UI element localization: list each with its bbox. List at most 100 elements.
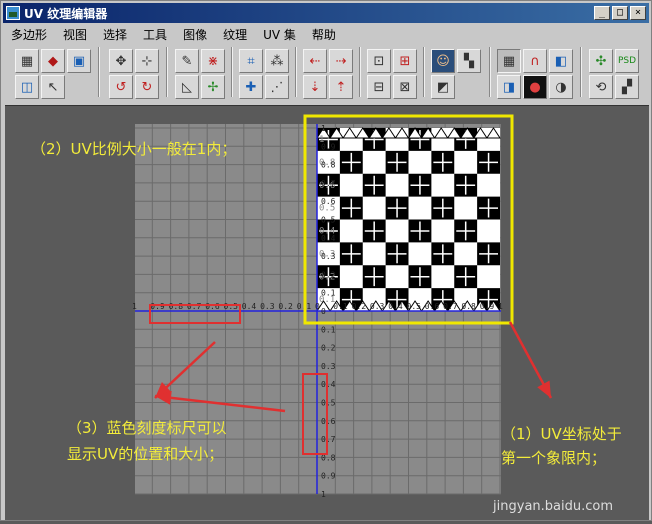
rotate-ccw-icon[interactable]: ✥ [109,49,133,73]
checker-icon[interactable]: ⋰ [265,75,289,99]
straighten-icon[interactable]: ⋇ [201,49,225,73]
toolbar-separator [166,47,168,97]
align-right-icon[interactable]: ✢ [201,75,225,99]
update-psd-icon[interactable]: ✣ [589,49,613,73]
horizontal-ruler-tick-label: 0.8 [461,302,476,311]
vertical-ruler-tick-label: 1 [321,490,326,499]
image-icon[interactable]: ⊞ [393,49,417,73]
overlap-icon[interactable]: ◨ [497,75,521,99]
menu-help[interactable]: 帮助 [304,26,344,43]
toolbar: ▦ ◆ ▣ ◫ ↖ ✥ ⊹ ↺ ↻ ✎ ⋇ ◺ ✢ ⌗ ⁂ ✚ ⋰ ⇠ ⇢ ⇣ … [5,45,649,101]
watermark: jingyan.baidu.com [493,499,613,514]
shaded-icon[interactable]: ⇣ [303,75,327,99]
vertical-ruler-tick-label: 0.8 [321,161,336,170]
horizontal-ruler-tick-label: 0.6 [425,302,440,311]
vertical-ruler-tick-label: 0.5 [321,399,336,408]
vertical-ruler-tick-label: 0.2 [321,344,336,353]
menu-uv-sets[interactable]: UV 集 [255,26,304,43]
horizontal-ruler-tick-label: 1 [498,302,503,311]
close-button[interactable]: × [630,6,646,20]
magnet-icon[interactable]: ⇢ [329,49,353,73]
horizontal-ruler-tick-label: 0.2 [352,302,367,311]
minimize-button[interactable]: _ [594,6,610,20]
menu-select[interactable]: 选择 [95,26,135,43]
contrast-icon[interactable]: ⊡ [367,49,391,73]
move-uv-icon[interactable]: ◆ [41,49,65,73]
annotation-uv-quadrant-line2: 第一个象限内； [501,449,607,467]
psd-icon[interactable]: ⊟ [367,75,391,99]
vertical-ruler-tick-label: 0.2 [321,270,336,279]
grid-toggle-icon[interactable]: ▦ [497,49,521,73]
select-uv-icon[interactable]: ▣ [67,49,91,73]
vertical-ruler-tick-label: 0.4 [321,380,336,389]
menu-image[interactable]: 图像 [175,26,215,43]
vertical-ruler-tick-label: 1 [321,124,326,133]
relax-icon[interactable]: ⌗ [239,49,263,73]
annotation-uv-scale: （2）UV比例大小一般在1内； [31,140,237,158]
layout-icon[interactable]: ✎ [175,49,199,73]
maximize-button[interactable]: □ [612,6,628,20]
horizontal-ruler-tick-label: 0.4 [388,302,403,311]
window-controls: _ □ × [594,6,646,20]
horizontal-ruler-tick-label: 0.1 [333,302,348,311]
toolbar-separator [423,47,425,97]
sew-uv-icon[interactable]: ↖ [41,75,65,99]
texture-image-icon[interactable]: ☺ [431,49,455,73]
vertical-ruler-tick-label: 0.1 [321,325,336,334]
horizontal-ruler-tick-label: 0.3 [370,302,385,311]
menu-tools[interactable]: 工具 [135,26,175,43]
horizontal-ruler-tick-label: 0.7 [187,302,202,311]
vertical-ruler-tick-label: 0.7 [321,179,336,188]
texture-display-icon[interactable]: ✚ [239,75,263,99]
vertical-ruler-tick-label: 0 [321,307,326,316]
menu-view[interactable]: 视图 [55,26,95,43]
grid-snap-icon[interactable]: ↺ [109,75,133,99]
rotate-cw-icon[interactable]: ⊹ [135,49,159,73]
uv-shell-icon[interactable]: ◧ [549,49,573,73]
app-icon [6,6,20,20]
horizontal-ruler-tick-label: 0 [315,302,320,311]
align-left-icon[interactable]: ◺ [175,75,199,99]
vertical-ruler-tick-label: 0.3 [321,252,336,261]
horizontal-ruler-tick-label: 0.9 [150,302,165,311]
horizontal-ruler-tick-label: 0.5 [224,302,239,311]
vertical-ruler-tick-label: 0.3 [321,362,336,371]
color-wheel-icon[interactable]: ⇡ [329,75,353,99]
snap-magnet-icon[interactable]: ∩ [523,49,547,73]
cut-uv-icon[interactable]: ◫ [15,75,39,99]
reload-texture-icon[interactable]: ⟲ [589,75,613,99]
toolbar-separator [489,47,491,97]
map-icon[interactable]: ⁂ [265,49,289,73]
menu-bar: 多边形 视图 选择 工具 图像 纹理 UV 集 帮助 [3,24,649,44]
checker-filter-icon[interactable]: ▚ [457,49,481,73]
toolbar-separator [98,47,100,97]
rgb-channel-icon[interactable]: ● [523,75,547,99]
psd-network-icon[interactable]: PSD [615,49,639,73]
annotation-blue-ruler-line2: 显示UV的位置和大小； [67,445,224,463]
checker-pattern-icon[interactable]: ▞ [615,75,639,99]
horizontal-ruler-tick-label: 0.2 [278,302,293,311]
vertical-ruler-tick-label: 0.5 [321,216,336,225]
horizontal-ruler-tick-label: 0.8 [169,302,184,311]
alpha-channel-icon[interactable]: ◑ [549,75,573,99]
uv-flip-icon[interactable]: ▦ [15,49,39,73]
menu-textures[interactable]: 纹理 [215,26,255,43]
vertical-ruler-tick-label: 0.7 [321,435,336,444]
toolbar-separator [359,47,361,97]
menu-polygons[interactable]: 多边形 [3,26,55,43]
refresh-icon[interactable]: ⊠ [393,75,417,99]
window-title: UV 纹理编辑器 [24,6,108,21]
title-bar[interactable]: UV 纹理编辑器 _ □ × [3,3,649,23]
horizontal-ruler-tick-label: 0.4 [242,302,257,311]
horizontal-ruler-tick-label: 1 [132,302,137,311]
pixel-snap-icon[interactable]: ⇠ [303,49,327,73]
unfold-icon[interactable]: ↻ [135,75,159,99]
annotation-blue-ruler-line1: （3）蓝色刻度标尺可以 [67,419,227,437]
horizontal-ruler-tick-label: 0.3 [260,302,275,311]
image-ratio-icon[interactable]: ◩ [431,75,455,99]
vertical-ruler-tick-label: 0.9 [321,142,336,151]
vertical-ruler-tick-label: 0.6 [321,197,336,206]
toolbar-separator [295,47,297,97]
horizontal-ruler-tick-label: 0.9 [480,302,495,311]
vertical-ruler-tick-label: 0.6 [321,417,336,426]
